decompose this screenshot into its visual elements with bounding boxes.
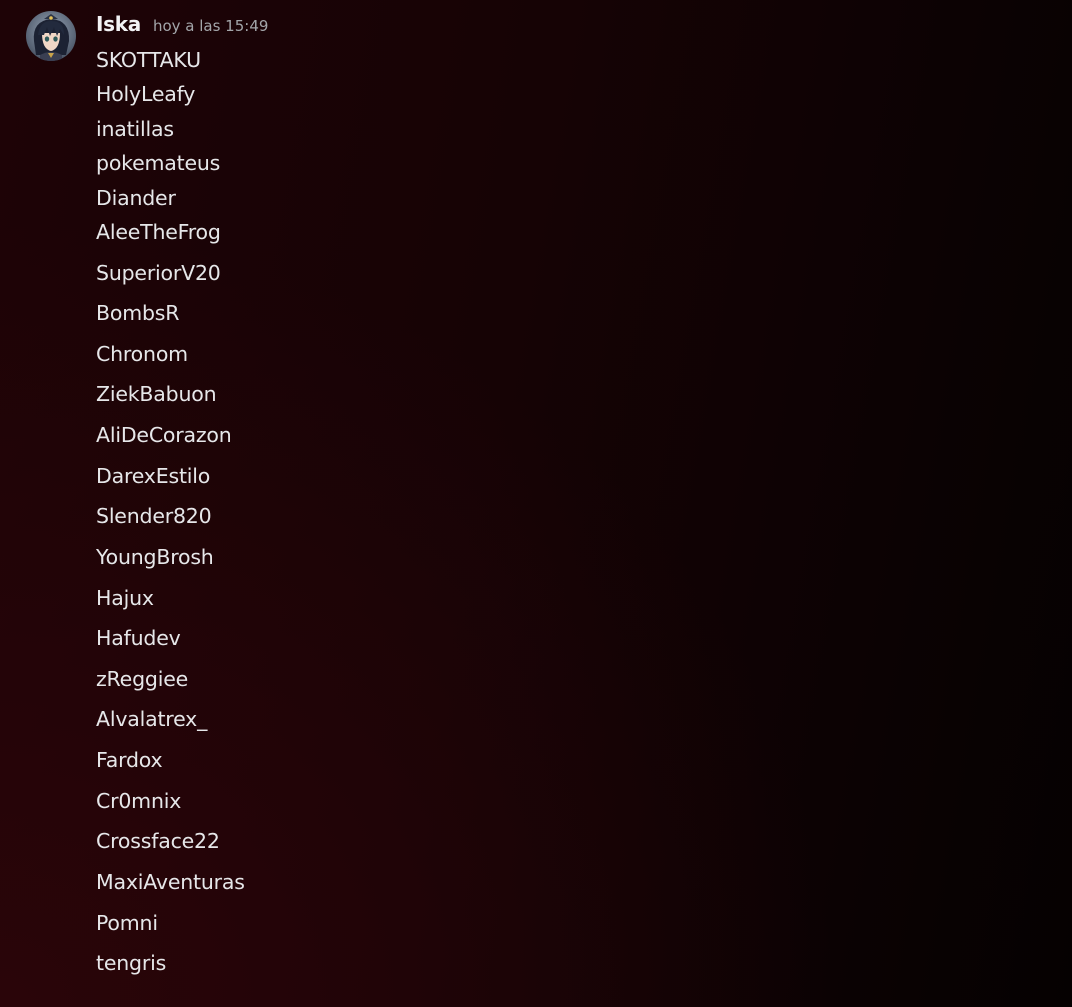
message-line: BombsR <box>96 301 180 325</box>
message-line: zReggiee <box>96 667 189 691</box>
message-line: Crossface22 <box>96 829 220 853</box>
message-line: ZiekBabuon <box>96 382 217 406</box>
message-line: YoungBrosh <box>96 545 214 569</box>
message-line: Cr0mnix <box>96 789 182 813</box>
message-line: AleeTheFrog <box>96 220 221 244</box>
message-line: MaxiAventuras <box>96 870 245 894</box>
message-line: SuperiorV20 <box>96 261 221 285</box>
message-line: Pomni <box>96 911 158 935</box>
message-timestamp: hoy a las 15:49 <box>152 17 269 35</box>
user-avatar[interactable] <box>26 11 76 61</box>
message-line: inatillas <box>96 117 174 141</box>
message-line: Slender820 <box>96 504 212 528</box>
message-line: Diander <box>96 186 176 210</box>
message-line: AliDeCorazon <box>96 423 232 447</box>
message-line: Chronom <box>96 342 188 366</box>
message-line: Fardox <box>96 748 163 772</box>
message-line: Alvalatrex_ <box>96 707 208 731</box>
message-line: DarexEstilo <box>96 464 211 488</box>
message-line: Hafudev <box>96 626 181 650</box>
chat-message: Iska hoy a las 15:49 SKOTTAKU HolyLeafy … <box>0 0 1072 1007</box>
message-line: pokemateus <box>96 151 221 175</box>
message-line: SKOTTAKU <box>96 48 201 72</box>
message-header: Iska hoy a las 15:49 <box>96 12 268 40</box>
anime-character-avatar-icon <box>26 11 76 61</box>
author-name[interactable]: Iska <box>96 12 141 36</box>
message-line: tengris <box>96 951 167 975</box>
message-line: Hajux <box>96 586 154 610</box>
message-line: HolyLeafy <box>96 82 196 106</box>
